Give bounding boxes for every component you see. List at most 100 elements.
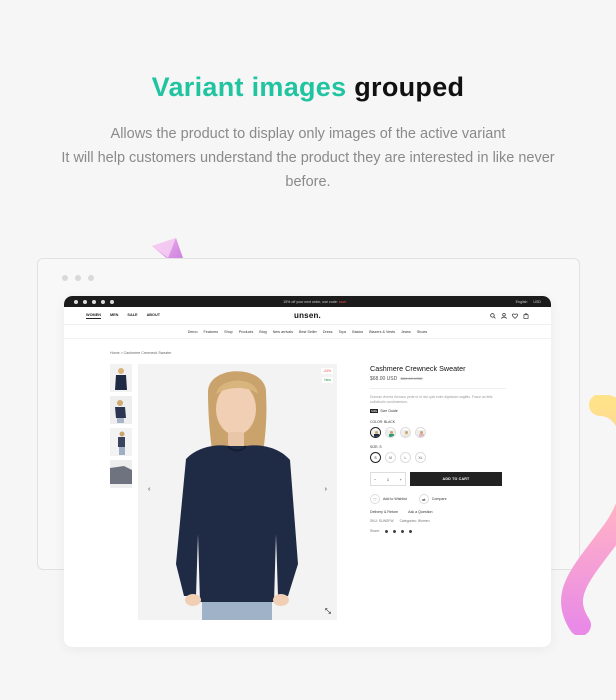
currency-select[interactable]: USD xyxy=(533,300,541,304)
window-dot xyxy=(88,275,94,281)
model-photo xyxy=(138,364,337,620)
product-title: Cashmere Crewneck Sweater xyxy=(370,364,466,373)
current-price: $68.00 USD xyxy=(370,376,398,382)
breadcrumb[interactable]: Home > Cashmere Crewneck Sweater xyxy=(110,351,171,355)
thumbnail[interactable] xyxy=(110,460,132,488)
qty-increase-button[interactable]: + xyxy=(400,477,402,482)
menu-item-blog[interactable]: Blog xyxy=(259,330,266,334)
color-label: COLOR: BLACK xyxy=(370,420,396,424)
qty-value[interactable]: 1 xyxy=(387,477,389,482)
social-links xyxy=(74,299,114,304)
compare-icon: ⇄ xyxy=(418,494,429,504)
wishlist-compare-row: ♡ Add to Wishlist ⇄ Compare xyxy=(370,494,510,504)
menu-item-shop[interactable]: Shop xyxy=(224,330,233,334)
swatch-white[interactable] xyxy=(400,427,411,438)
thumbnail[interactable] xyxy=(110,364,132,392)
menu-item-blazers[interactable]: Blazers & Vests xyxy=(369,330,395,334)
language-select[interactable]: English xyxy=(516,300,528,304)
share-row: Share: xyxy=(370,529,510,533)
announcement-bar: 15% off your next order, use code: save … xyxy=(64,296,551,307)
menu-item-jeans[interactable]: Jeans xyxy=(401,330,411,334)
email-share-icon[interactable] xyxy=(409,529,412,533)
window-dots xyxy=(62,275,94,281)
compare-price: $89.00 USD xyxy=(400,376,423,381)
ask-question-link[interactable]: Ask a Question xyxy=(408,510,432,514)
menu-item-dress[interactable]: Dress xyxy=(323,330,333,334)
menu-item-features[interactable]: Features xyxy=(204,330,219,334)
thumbnail[interactable] xyxy=(110,428,132,456)
promo-message: 15% off your next order, use code: xyxy=(283,299,338,304)
heart-icon: ♡ xyxy=(370,494,380,504)
hero-title: Variant images grouped xyxy=(0,72,616,103)
menu-item-best-seller[interactable]: Best Seller xyxy=(299,330,317,334)
twitter-icon[interactable] xyxy=(83,299,87,304)
nav-item-women[interactable]: WOMEN xyxy=(86,313,101,319)
hero-desc-line2: It will help customers understand the pr… xyxy=(61,150,555,190)
nav-item-sale[interactable]: SALE xyxy=(127,313,137,319)
twitter-share-icon[interactable] xyxy=(393,529,396,533)
prev-image-arrow[interactable]: ‹ xyxy=(148,486,150,493)
nav-item-about[interactable]: ABOUT xyxy=(147,313,161,319)
decorative-ring-shape xyxy=(560,395,616,635)
color-swatches xyxy=(370,427,510,438)
size-option-xl[interactable]: XL xyxy=(415,452,426,463)
youtube-icon[interactable] xyxy=(110,299,114,304)
menu-item-shoes[interactable]: Shoes xyxy=(417,330,427,334)
header-icons xyxy=(490,312,529,319)
facebook-share-icon[interactable] xyxy=(385,529,388,533)
sale-badge: -24% xyxy=(321,368,333,374)
zoom-expand-icon[interactable] xyxy=(325,608,331,614)
info-links: Delivery & Return Ask a Question xyxy=(370,510,510,514)
menu-item-demo[interactable]: Demo xyxy=(188,330,198,334)
wishlist-icon[interactable] xyxy=(512,313,518,319)
category-menu: Demo Features Shop Products Blog New arr… xyxy=(64,325,551,339)
menu-item-new-arrivals[interactable]: New arrivals xyxy=(273,330,293,334)
instagram-icon[interactable] xyxy=(92,299,96,304)
product-description: Donean viverra rhoncus pede ut id nisl q… xyxy=(370,395,493,404)
hero-title-accent: Variant images xyxy=(151,72,347,102)
hero-desc-line1: Allows the product to display only image… xyxy=(110,126,506,142)
cart-icon[interactable] xyxy=(523,312,529,319)
hero-title-rest: grouped xyxy=(354,72,465,102)
main-nav: WOMEN MEN SALE ABOUT xyxy=(86,313,160,319)
qty-decrease-button[interactable]: − xyxy=(374,477,376,482)
menu-item-tops[interactable]: Tops xyxy=(338,330,346,334)
share-label: Share: xyxy=(370,529,380,533)
pinterest-icon[interactable] xyxy=(101,299,105,304)
thumbnail[interactable] xyxy=(110,396,132,424)
promo-code: save xyxy=(338,299,347,304)
product-main-image[interactable]: -24% New ‹ › xyxy=(138,364,337,620)
swatch-green[interactable] xyxy=(385,427,396,438)
search-icon[interactable] xyxy=(490,312,496,319)
categories-text[interactable]: Categories: Women xyxy=(400,519,430,523)
product-info: Cashmere Crewneck Sweater $68.00 USD $89… xyxy=(370,364,510,533)
locale-selectors: English USD xyxy=(516,300,541,304)
add-to-wishlist-button[interactable]: ♡ Add to Wishlist xyxy=(370,494,407,504)
size-option-l[interactable]: L xyxy=(400,452,411,463)
promo-text: 15% off your next order, use code: save xyxy=(283,300,346,304)
pinterest-share-icon[interactable] xyxy=(401,529,404,533)
nav-item-men[interactable]: MEN xyxy=(110,313,118,319)
account-icon[interactable] xyxy=(501,312,507,319)
size-guide-link[interactable]: SIZE Size Guide xyxy=(370,409,510,413)
divider xyxy=(370,388,506,389)
facebook-icon[interactable] xyxy=(74,299,78,304)
new-badge: New xyxy=(322,377,333,383)
product-meta: SKU: SUNSFW Categories: Women xyxy=(370,519,510,523)
size-option-s[interactable]: S xyxy=(370,452,381,463)
store-header: WOMEN MEN SALE ABOUT unsen. xyxy=(64,307,551,325)
swatch-pink[interactable] xyxy=(415,427,426,438)
window-dot xyxy=(62,275,68,281)
add-to-cart-button[interactable]: ADD TO CART xyxy=(410,472,502,486)
delivery-return-link[interactable]: Delivery & Return xyxy=(370,510,398,514)
size-option-m[interactable]: M xyxy=(385,452,396,463)
swatch-black[interactable] xyxy=(370,427,381,438)
thumbnail-list xyxy=(110,364,132,492)
menu-item-basics[interactable]: Basics xyxy=(352,330,363,334)
sku-text: SKU: SUNSFW xyxy=(370,519,394,523)
compare-button[interactable]: ⇄ Compare xyxy=(418,494,447,504)
quantity-stepper[interactable]: − 1 + xyxy=(370,472,406,486)
compare-label: Compare xyxy=(431,496,447,501)
next-image-arrow[interactable]: › xyxy=(325,486,327,493)
menu-item-products[interactable]: Products xyxy=(239,330,254,334)
